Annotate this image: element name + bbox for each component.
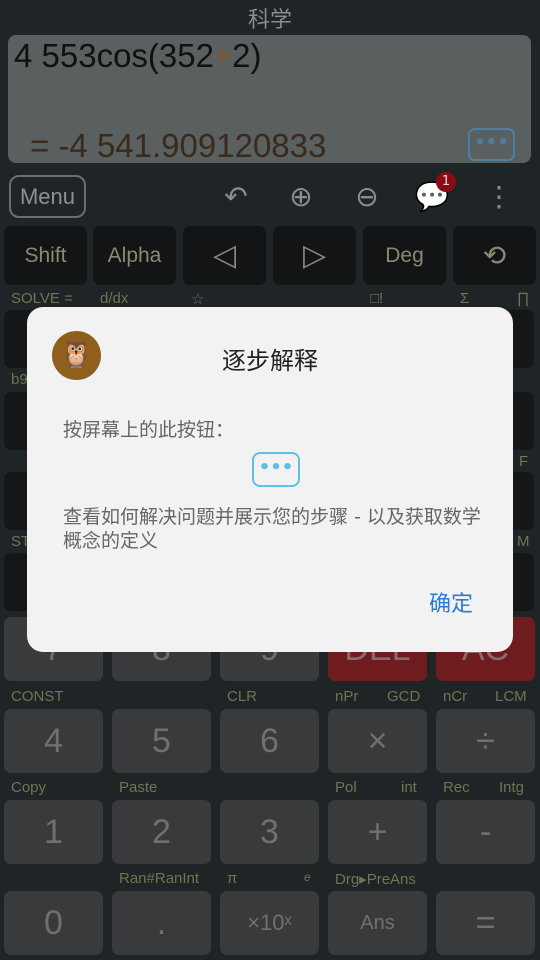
zoom-in-icon[interactable]: ⊕ xyxy=(279,175,323,219)
dialog-text: 按屏幕上的此按钮： xyxy=(63,419,235,441)
minus-key[interactable]: - xyxy=(436,800,535,864)
key-label: Ran#RanInt xyxy=(119,870,200,887)
key-label: e xyxy=(304,870,311,884)
key-3[interactable]: 3 xyxy=(220,800,319,864)
key-1[interactable]: 1 xyxy=(4,800,103,864)
ok-button[interactable]: 确定 xyxy=(429,586,473,618)
key-label: Drg▸PreAns xyxy=(335,871,416,888)
steps-button[interactable]: ••• xyxy=(468,128,515,161)
more-icon[interactable]: ⋮ xyxy=(477,175,521,219)
display: 4 553cos(352÷2) = -4 541.909120833 ••• xyxy=(8,35,531,164)
key-label: F xyxy=(519,453,529,470)
chat-badge: 1 xyxy=(436,172,456,192)
key-label: nCr xyxy=(443,688,468,705)
key-label: □! xyxy=(370,290,384,307)
divide-key[interactable]: ÷ xyxy=(436,709,535,773)
deg-key[interactable]: Deg xyxy=(363,226,446,285)
key-5[interactable]: 5 xyxy=(112,709,211,773)
key-label: CONST xyxy=(11,688,64,705)
key-label: GCD xyxy=(387,688,421,705)
undo-icon[interactable]: ↶ xyxy=(214,175,258,219)
key-label: int xyxy=(401,779,417,796)
expression-part: 2) xyxy=(232,37,262,74)
key-label: b9 xyxy=(11,371,28,388)
ans-key[interactable]: Ans xyxy=(328,891,427,955)
key-label: Σ xyxy=(460,290,470,307)
exp10-key[interactable]: ×10ˣ xyxy=(220,891,319,955)
key-label: LCM xyxy=(495,688,527,705)
zoom-out-icon[interactable]: ⊖ xyxy=(345,175,389,219)
step-explanation-dialog: 🦉 逐步解释 按屏幕上的此按钮： ••• 查看如何解决问题并展示您的步骤 - 以… xyxy=(27,307,513,652)
key-label: Rec xyxy=(443,779,470,796)
key-0[interactable]: 0 xyxy=(4,891,103,955)
plus-key[interactable]: + xyxy=(328,800,427,864)
app-title: 科学 xyxy=(247,8,292,33)
key-label: M xyxy=(517,533,530,550)
shift-key[interactable]: Shift xyxy=(4,226,87,285)
key-label: ☆ xyxy=(191,291,205,308)
history-icon[interactable]: ⟲ xyxy=(453,226,536,285)
key-label: d/dx xyxy=(100,290,129,307)
key-6[interactable]: 6 xyxy=(220,709,319,773)
cursor-right-key[interactable]: ▷ xyxy=(273,226,356,285)
multiply-key[interactable]: × xyxy=(328,709,427,773)
expression[interactable]: 4 553cos(352÷2) xyxy=(14,37,261,75)
key-label: π xyxy=(227,870,238,887)
key-2[interactable]: 2 xyxy=(112,800,211,864)
key-label: nPr xyxy=(335,688,359,705)
expression-operator: ÷ xyxy=(213,37,233,74)
decimal-key[interactable]: . xyxy=(112,891,211,955)
alpha-key[interactable]: Alpha xyxy=(93,226,176,285)
key-label: Intg xyxy=(499,779,525,796)
dialog-title: 逐步解释 xyxy=(222,347,318,375)
key-label: Pol xyxy=(335,779,357,796)
key-label: ∏ xyxy=(517,290,530,307)
key-label: SOLVE = xyxy=(11,290,73,307)
cursor-left-key[interactable]: ◁ xyxy=(183,226,266,285)
key-label: Copy xyxy=(11,779,47,796)
expression-part: 4 553cos(352 xyxy=(14,37,214,74)
steps-button-illustration: ••• xyxy=(252,452,300,487)
key-label: Paste xyxy=(119,779,158,796)
menu-button[interactable]: Menu xyxy=(9,175,86,218)
key-label: CLR xyxy=(227,688,258,705)
equals-key[interactable]: = xyxy=(436,891,535,955)
key-4[interactable]: 4 xyxy=(4,709,103,773)
dialog-description: 查看如何解决问题并展示您的步骤 - 以及获取数学概念的定义 xyxy=(63,506,481,552)
result: = -4 541.909120833 xyxy=(30,127,327,164)
